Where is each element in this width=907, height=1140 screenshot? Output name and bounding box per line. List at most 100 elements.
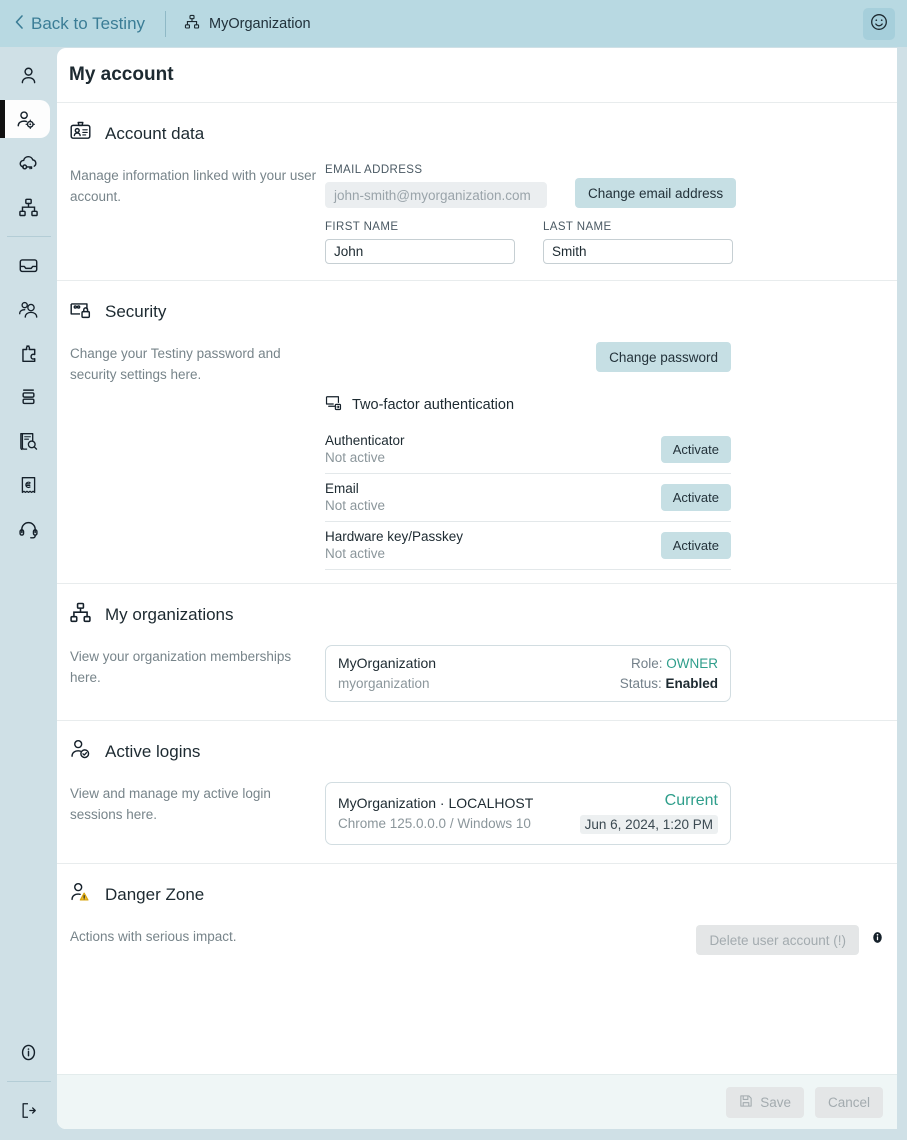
activate-email-button[interactable]: Activate: [661, 484, 731, 511]
twofa-method-name: Hardware key/Passkey: [325, 529, 463, 544]
twofa-method-info: Email Not active: [325, 481, 385, 513]
active-logins-body: View and manage my active login sessions…: [69, 782, 885, 845]
sidebar-item-inbox[interactable]: [6, 246, 51, 284]
org-chart-icon: [184, 14, 200, 34]
section-danger-zone: Danger Zone Actions with serious impact.…: [57, 864, 897, 977]
top-bar: Back to Testiny MyOrganization: [0, 0, 907, 47]
last-name-group: LAST NAME Smith: [543, 221, 733, 264]
sidebar-bottom-group: [6, 1030, 51, 1140]
twofa-method-name: Email: [325, 481, 385, 496]
first-name-label: FIRST NAME: [325, 221, 515, 233]
sidebar-item-logout[interactable]: [6, 1091, 51, 1129]
sidebar-item-users[interactable]: [6, 290, 51, 328]
organization-breadcrumb[interactable]: MyOrganization: [184, 14, 311, 34]
danger-zone-actions: Delete user account (!): [320, 925, 885, 955]
two-factor-header: Two-factor authentication: [325, 394, 885, 415]
session-card-left: MyOrganization · LOCALHOST Chrome 125.0.…: [338, 795, 533, 831]
sidebar-item-support[interactable]: [6, 510, 51, 548]
activate-authenticator-button[interactable]: Activate: [661, 436, 731, 463]
sidebar-item-about[interactable]: [6, 1033, 51, 1071]
sidebar-item-organizations[interactable]: [6, 188, 51, 226]
org-chart-icon: [69, 601, 92, 629]
account-data-body: Manage information linked with your user…: [69, 164, 885, 264]
organization-card-right: Role: OWNER Status: Enabled: [620, 656, 718, 691]
twofa-method-row: Email Not active Activate: [325, 474, 731, 522]
organization-status-label: Status:: [620, 676, 662, 691]
left-sidebar: [0, 47, 57, 1140]
inbox-icon: [18, 255, 39, 276]
email-field-group: EMAIL ADDRESS john-smith@myorganization.…: [325, 164, 547, 208]
organization-name: MyOrganization: [209, 16, 311, 32]
chevron-left-icon: [14, 14, 24, 34]
back-to-testiny-label: Back to Testiny: [31, 14, 145, 34]
email-row: EMAIL ADDRESS john-smith@myorganization.…: [325, 164, 885, 208]
account-data-title: Account data: [105, 124, 204, 144]
organizations-title: My organizations: [105, 605, 234, 625]
info-filled-icon[interactable]: [870, 930, 885, 950]
organization-role: Role: OWNER: [620, 656, 718, 671]
back-to-testiny-link[interactable]: Back to Testiny: [14, 14, 145, 34]
account-data-header: Account data: [69, 120, 885, 148]
two-factor-title: Two-factor authentication: [352, 397, 514, 413]
twofa-method-state: Not active: [325, 498, 385, 513]
sidebar-item-billing[interactable]: [6, 466, 51, 504]
page-header: My account: [57, 48, 897, 103]
account-data-description: Manage information linked with your user…: [70, 164, 320, 264]
organization-card[interactable]: MyOrganization myorganization Role: OWNE…: [325, 645, 731, 702]
settings-scroll-area[interactable]: Account data Manage information linked w…: [57, 103, 897, 1129]
avatar[interactable]: [863, 8, 895, 40]
name-row: FIRST NAME John LAST NAME Smith: [325, 221, 885, 264]
activate-hardware-key-button[interactable]: Activate: [661, 532, 731, 559]
info-circle-icon: [18, 1042, 39, 1063]
active-logins-description: View and manage my active login sessions…: [70, 782, 320, 845]
session-card[interactable]: MyOrganization · LOCALHOST Chrome 125.0.…: [325, 782, 731, 845]
security-card-lock-icon: [69, 298, 92, 326]
org-chart-icon: [18, 197, 39, 218]
server-list-icon: [18, 387, 39, 408]
page-title: My account: [69, 64, 174, 86]
active-logins-title: Active logins: [105, 742, 200, 762]
danger-zone-body: Actions with serious impact. Delete user…: [69, 925, 885, 977]
delete-user-account-button[interactable]: Delete user account (!): [696, 925, 859, 955]
security-description: Change your Testiny password and securit…: [70, 342, 320, 570]
security-controls: Change password Two-factor authenticatio…: [320, 342, 885, 570]
last-name-input[interactable]: Smith: [543, 239, 733, 264]
cloud-key-icon: [18, 153, 39, 174]
sidebar-item-my-account[interactable]: [0, 100, 50, 138]
organization-role-value: OWNER: [666, 656, 718, 671]
section-active-logins: Active logins View and manage my active …: [57, 721, 897, 864]
sidebar-item-profile[interactable]: [6, 56, 51, 94]
session-current-badge: Current: [580, 792, 718, 810]
twofa-method-state: Not active: [325, 450, 405, 465]
session-agent: Chrome 125.0.0.0 / Windows 10: [338, 816, 533, 831]
twofa-method-info: Hardware key/Passkey Not active: [325, 529, 463, 561]
change-email-button[interactable]: Change email address: [575, 178, 736, 208]
section-account-data: Account data Manage information linked w…: [57, 103, 897, 281]
puzzle-piece-icon: [18, 343, 39, 364]
organization-card-name: MyOrganization: [338, 655, 436, 671]
organization-role-label: Role:: [631, 656, 663, 671]
twofa-method-row: Authenticator Not active Activate: [325, 426, 731, 474]
email-label: EMAIL ADDRESS: [325, 164, 547, 176]
change-password-button[interactable]: Change password: [596, 342, 731, 372]
cancel-button[interactable]: Cancel: [815, 1087, 883, 1118]
sidebar-bottom-divider: [7, 1081, 51, 1082]
device-auth-icon: [325, 394, 342, 415]
document-search-icon: [18, 431, 39, 452]
twofa-method-state: Not active: [325, 546, 463, 561]
sidebar-item-instances[interactable]: [6, 378, 51, 416]
email-field[interactable]: john-smith@myorganization.com: [325, 182, 547, 208]
logout-icon: [19, 1101, 38, 1120]
twofa-method-name: Authenticator: [325, 433, 405, 448]
sidebar-item-audit-log[interactable]: [6, 422, 51, 460]
danger-zone-title: Danger Zone: [105, 885, 204, 905]
save-button[interactable]: Save: [726, 1087, 804, 1118]
sidebar-item-integrations[interactable]: [6, 334, 51, 372]
danger-zone-header: Danger Zone: [69, 881, 885, 909]
sidebar-item-cloud-access[interactable]: [6, 144, 51, 182]
security-title: Security: [105, 302, 166, 322]
security-header: Security: [69, 298, 885, 326]
organization-card-slug: myorganization: [338, 676, 436, 691]
first-name-input[interactable]: John: [325, 239, 515, 264]
active-logins-list: MyOrganization · LOCALHOST Chrome 125.0.…: [320, 782, 885, 845]
